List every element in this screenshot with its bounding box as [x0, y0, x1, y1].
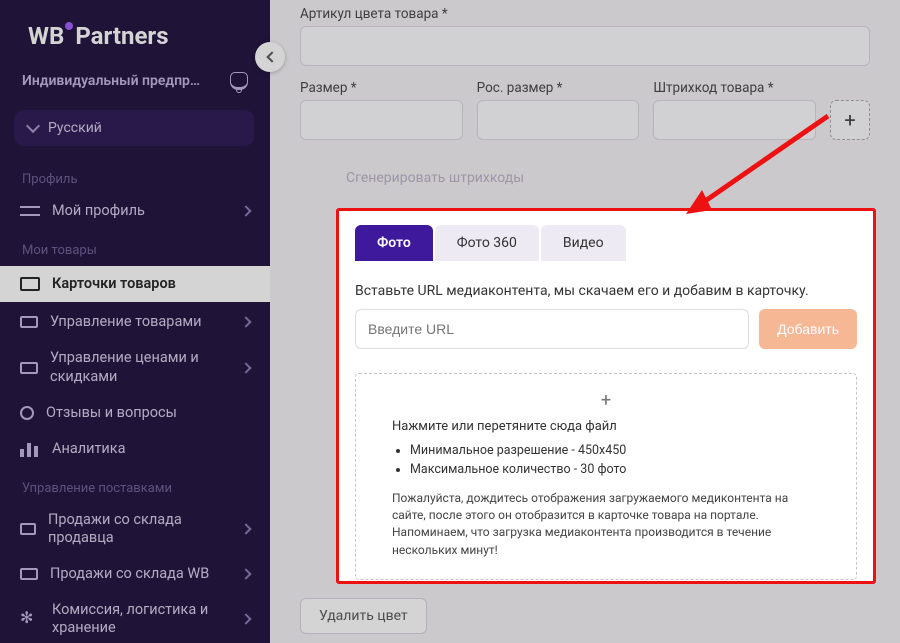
box-icon: [20, 277, 40, 291]
dropzone-title: Нажмите или перетяните сюда файл: [392, 419, 820, 434]
logo-text-2: Partners: [75, 22, 168, 50]
req-count: Максимальное количество - 30 фото: [410, 461, 820, 480]
logo-dot: [65, 22, 73, 30]
chat-icon: [20, 406, 34, 420]
chevron-right-icon: [240, 205, 251, 216]
dropzone-requirements: Минимальное разрешение - 450х450 Максима…: [392, 442, 820, 480]
nav-manage-goods[interactable]: Управление товарами: [0, 304, 270, 340]
notifications-icon[interactable]: [230, 72, 248, 90]
input-color-sku[interactable]: [300, 26, 870, 66]
generate-barcodes-link[interactable]: Сгенерировать штрихкоды: [300, 140, 870, 198]
input-size[interactable]: [300, 100, 463, 140]
nav-commission[interactable]: ✻ Комиссия, логистика и хранение: [0, 592, 270, 643]
section-goods: Мои товары: [0, 229, 270, 264]
req-resolution: Минимальное разрешение - 450х450: [410, 442, 820, 461]
sidebar: WB Partners Индивидуальный предпр… Русски…: [0, 0, 270, 643]
truck-icon: [20, 316, 38, 328]
label-barcode: Штрихкод товара *: [653, 80, 816, 96]
merchant-name[interactable]: Индивидуальный предпр…: [22, 73, 200, 89]
tab-photo[interactable]: Фото: [355, 225, 433, 261]
label-size: Размер *: [300, 80, 463, 96]
input-ru-size[interactable]: [477, 100, 640, 140]
label-ru-size: Рос. размер *: [477, 80, 640, 96]
dropzone-note: Пожалуйста, дождитесь отображения загруж…: [392, 490, 820, 560]
plus-icon: +: [392, 390, 820, 411]
input-barcode[interactable]: [653, 100, 816, 140]
chevron-right-icon: [240, 569, 251, 580]
merchant-row: Индивидуальный предпр…: [0, 62, 270, 104]
cart-icon: [20, 523, 36, 535]
delete-color-button[interactable]: Удалить цвет: [300, 598, 427, 634]
nav-product-cards[interactable]: Карточки товаров: [0, 266, 270, 302]
nav-analytics[interactable]: Аналитика: [0, 431, 270, 467]
tab-video[interactable]: Видео: [541, 225, 626, 261]
chevron-down-icon: [26, 119, 40, 133]
bars-icon: [20, 441, 40, 457]
media-dropzone[interactable]: + Нажмите или перетяните сюда файл Миним…: [355, 373, 857, 580]
media-url-input[interactable]: [355, 309, 749, 349]
nav-sales-seller[interactable]: Продажи со склада продавца: [0, 502, 270, 556]
nav-reviews[interactable]: Отзывы и вопросы: [0, 395, 270, 431]
sidebar-collapse-toggle[interactable]: [255, 42, 285, 72]
add-media-url-button[interactable]: Добавить: [759, 309, 857, 349]
chevron-right-icon: [240, 317, 251, 328]
media-upload-panel: Фото Фото 360 Видео Вставьте URL медиако…: [336, 208, 876, 584]
logo: WB Partners: [0, 0, 270, 62]
language-selector[interactable]: Русский: [14, 110, 254, 146]
label-color-sku: Артикул цвета товара *: [300, 6, 870, 22]
logo-text-1: WB: [28, 22, 64, 50]
truck-icon: [20, 568, 38, 580]
section-profile: Профиль: [0, 158, 270, 193]
nav-my-profile[interactable]: Мой профиль: [0, 193, 270, 229]
snowflake-icon: ✻: [20, 611, 40, 627]
nav-manage-prices[interactable]: Управление ценами и скидками: [0, 340, 270, 394]
media-tabs: Фото Фото 360 Видео: [355, 225, 857, 261]
section-supplies: Управление поставками: [0, 467, 270, 502]
add-size-button[interactable]: +: [830, 100, 870, 140]
tab-photo360[interactable]: Фото 360: [435, 225, 539, 261]
language-label: Русский: [48, 120, 102, 136]
sliders-icon: [20, 203, 40, 219]
tag-icon: [20, 362, 38, 374]
nav-sales-wb[interactable]: Продажи со склада WB: [0, 556, 270, 592]
media-url-hint: Вставьте URL медиаконтента, мы скачаем е…: [355, 283, 857, 299]
chevron-left-icon: [266, 51, 277, 62]
